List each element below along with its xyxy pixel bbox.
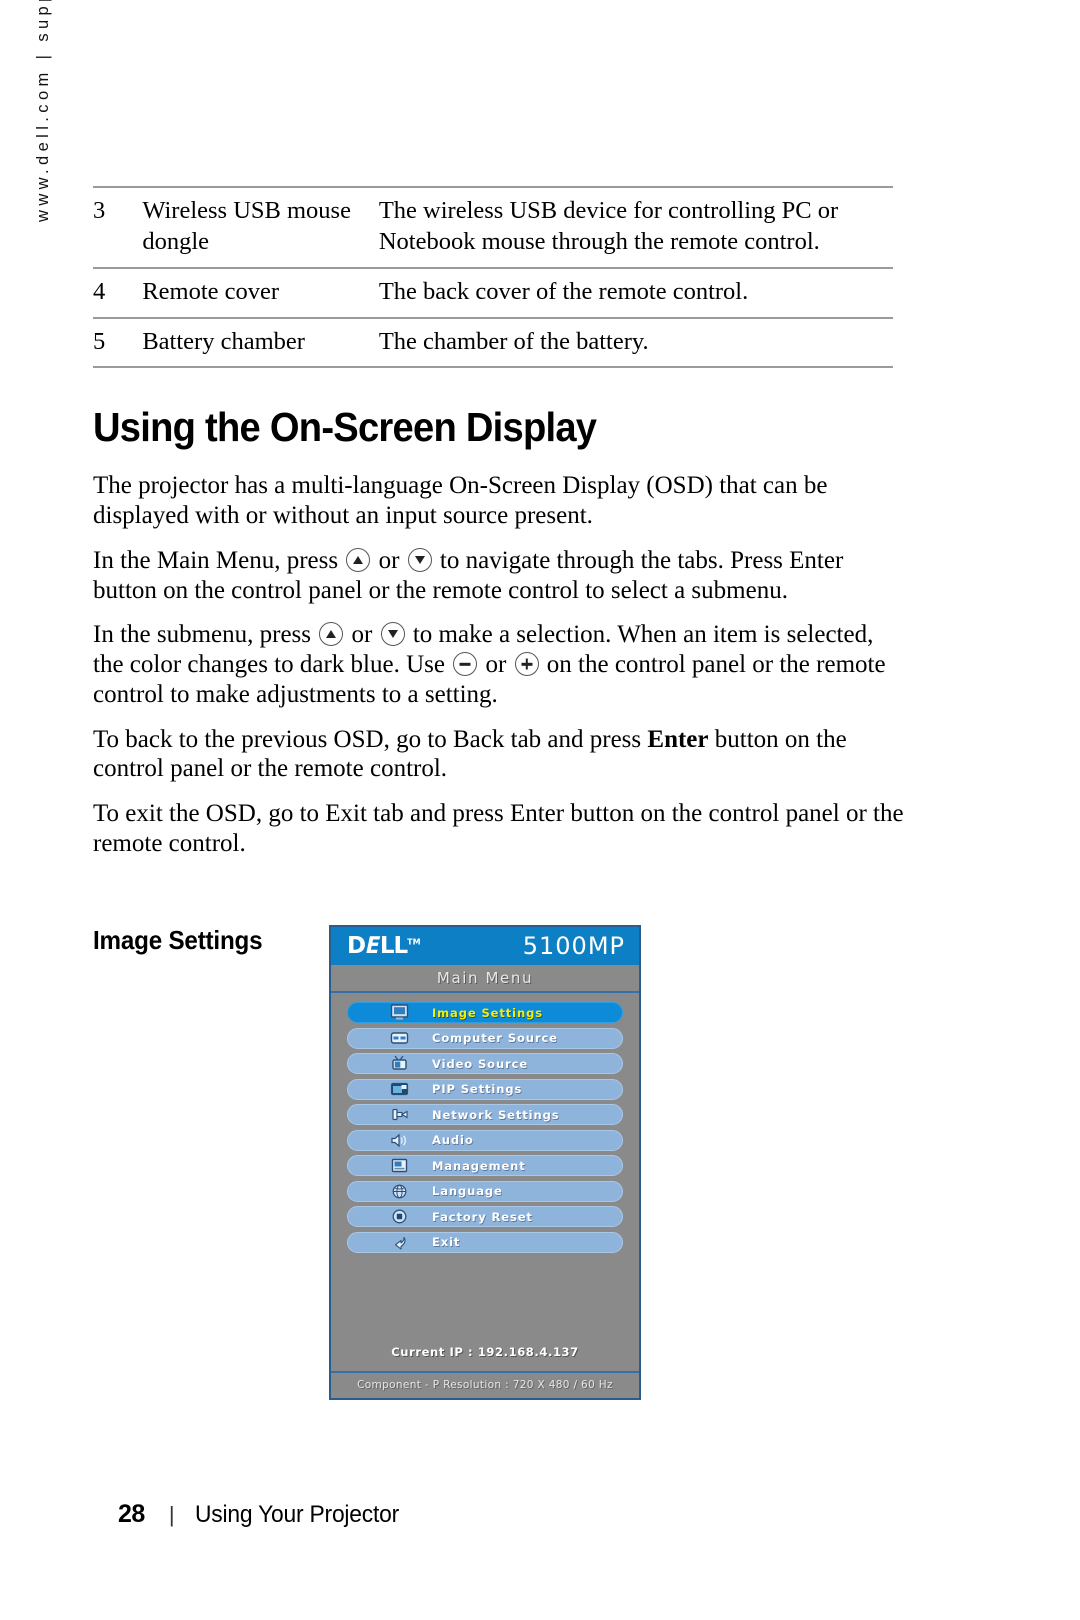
- osd-item-label: Exit: [432, 1235, 461, 1249]
- globe-icon: [390, 1183, 409, 1200]
- osd-item-image-settings[interactable]: Image Settings: [347, 1002, 623, 1023]
- minus-key-icon: [453, 652, 478, 677]
- row-name: Remote cover: [142, 266, 379, 318]
- footer-chapter-title: Using Your Projector: [194, 1501, 399, 1528]
- osd-panel: DELLTM 5100MP Main Menu Image Settings C…: [329, 925, 641, 1400]
- osd-figure: DELLTM 5100MP Main Menu Image Settings C…: [329, 925, 641, 1400]
- osd-item-audio[interactable]: Audio: [347, 1129, 623, 1151]
- paragraph-submenu-or2: or: [485, 651, 507, 679]
- row-number: 5: [93, 316, 143, 369]
- paragraph-submenu: In the submenu, press or to make a selec…: [93, 620, 905, 709]
- paragraph-intro: The projector has a multi-language On-Sc…: [93, 472, 828, 530]
- side-running-head: www.dell.com | support.dell.com: [34, 0, 52, 222]
- down-arrow-key-icon: [380, 622, 405, 647]
- table-row: 4 Remote cover The back cover of the rem…: [93, 266, 893, 318]
- down-arrow-key-icon: [407, 547, 432, 572]
- row-number: 4: [93, 266, 143, 318]
- dell-logo-d: D: [347, 932, 366, 959]
- osd-item-exit[interactable]: Exit: [347, 1231, 623, 1253]
- osd-item-label: Audio: [432, 1133, 474, 1147]
- dell-logo: DELLTM: [347, 932, 421, 959]
- paragraph-main-menu-part1: In the Main Menu, press: [93, 546, 339, 574]
- page-content: 3 Wireless USB mouse dongle The wireless…: [93, 0, 905, 968]
- paragraph-submenu-or1: or: [351, 621, 373, 649]
- reset-icon: [390, 1208, 409, 1225]
- table-row: 5 Battery chamber The chamber of the bat…: [93, 316, 893, 369]
- osd-item-label: Factory Reset: [432, 1209, 533, 1224]
- osd-model-label: 5100MP: [522, 932, 625, 960]
- osd-item-pip-settings[interactable]: PIP Settings: [347, 1078, 623, 1100]
- paragraph-main-menu-or: or: [378, 546, 400, 574]
- dell-logo-ll: LL: [379, 932, 408, 959]
- osd-main-menu-title: Main Menu: [331, 965, 639, 993]
- osd-item-label: Language: [432, 1184, 503, 1198]
- osd-item-label: Video Source: [432, 1056, 529, 1071]
- paragraph-exit: To exit the OSD, go to Exit tab and pres…: [93, 800, 904, 857]
- paragraph-back: To back to the previous OSD, go to Back …: [93, 725, 905, 785]
- speaker-icon: [390, 1132, 409, 1149]
- footer-separator: |: [168, 1502, 175, 1527]
- osd-item-computer-source[interactable]: Computer Source: [347, 1027, 623, 1049]
- paragraph-back-part1: To back to the previous OSD, go to Back …: [93, 725, 642, 753]
- osd-item-label: Computer Source: [432, 1031, 558, 1045]
- computer-icon: [390, 1030, 409, 1047]
- row-description: The chamber of the battery.: [378, 316, 893, 369]
- tv-icon: [390, 1055, 409, 1072]
- osd-item-factory-reset[interactable]: Factory Reset: [347, 1206, 623, 1227]
- osd-item-label: Network Settings: [432, 1107, 560, 1122]
- monitor-icon: [390, 1004, 409, 1021]
- osd-item-language[interactable]: Language: [347, 1180, 623, 1202]
- osd-item-label: PIP Settings: [432, 1082, 523, 1096]
- row-description: The wireless USB device for controlling …: [378, 186, 893, 268]
- up-arrow-key-icon: [346, 547, 371, 572]
- osd-current-ip: Current IP : 192.168.4.137: [391, 1345, 579, 1359]
- dell-logo-e: E: [363, 932, 382, 959]
- osd-item-management[interactable]: Management: [347, 1155, 623, 1176]
- table-row: 3 Wireless USB mouse dongle The wireless…: [93, 186, 893, 268]
- row-name: Battery chamber: [142, 316, 379, 369]
- plus-key-icon: [514, 652, 539, 677]
- page-footer: 28 | Using Your Projector: [118, 1500, 409, 1529]
- osd-menu-list: Image Settings Computer Source Video Sou…: [331, 993, 639, 1329]
- row-number: 3: [93, 186, 143, 268]
- paragraph-main-menu: In the Main Menu, press or to navigate t…: [93, 546, 905, 606]
- page-number: 28: [118, 1500, 145, 1528]
- osd-item-video-source[interactable]: Video Source: [347, 1053, 623, 1074]
- osd-header: DELLTM 5100MP: [331, 927, 639, 965]
- osd-item-label: Image Settings: [432, 1005, 543, 1020]
- row-name: Wireless USB mouse dongle: [142, 186, 379, 268]
- back-arrow-icon: [390, 1234, 409, 1251]
- pip-icon: [390, 1081, 409, 1098]
- spec-table: 3 Wireless USB mouse dongle The wireless…: [93, 186, 893, 369]
- network-icon: [390, 1106, 409, 1123]
- trademark-icon: TM: [407, 936, 421, 946]
- paragraph-submenu-part1: In the submenu, press: [93, 621, 312, 649]
- up-arrow-key-icon: [319, 622, 344, 647]
- row-description: The back cover of the remote control.: [378, 266, 893, 318]
- osd-item-network-settings[interactable]: Network Settings: [347, 1104, 623, 1125]
- page-title: Using the On-Screen Display: [93, 404, 597, 451]
- osd-status-bar: Component - P Resolution : 720 X 480 / 6…: [331, 1371, 639, 1398]
- osd-item-label: Management: [432, 1158, 526, 1173]
- enter-emphasis: Enter: [647, 725, 709, 753]
- mgmt-icon: [390, 1157, 409, 1174]
